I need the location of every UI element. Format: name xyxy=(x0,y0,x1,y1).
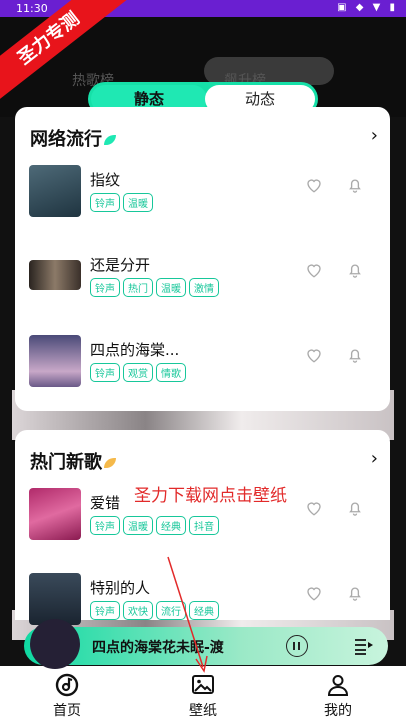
bell-icon[interactable] xyxy=(346,499,364,517)
tag[interactable]: 欢快 xyxy=(123,601,153,620)
song-item[interactable]: 指纹 铃声 温暖 xyxy=(15,165,390,225)
heart-icon[interactable] xyxy=(305,346,323,364)
album-cover[interactable] xyxy=(29,260,81,290)
heart-icon[interactable] xyxy=(305,499,323,517)
bell-icon[interactable] xyxy=(346,584,364,602)
chevron-right-icon[interactable]: › xyxy=(371,125,378,146)
bell-icon[interactable] xyxy=(346,346,364,364)
tag[interactable]: 经典 xyxy=(156,516,186,535)
song-tags: 铃声 温暖 经典 抖音 xyxy=(90,516,219,535)
card-header[interactable]: 网络流行 xyxy=(30,125,116,151)
music-disc-icon xyxy=(55,673,79,697)
user-icon xyxy=(327,675,349,696)
tag[interactable]: 铃声 xyxy=(90,516,120,535)
network-popular-card: 网络流行 › 指纹 铃声 温暖 还是分开 铃声 热门 温暖 激情 四点的海棠..… xyxy=(15,107,390,411)
album-cover[interactable] xyxy=(29,165,81,217)
playlist-icon[interactable] xyxy=(354,636,374,656)
chevron-right-icon[interactable]: › xyxy=(371,448,378,469)
annotation-arrow xyxy=(167,556,208,673)
song-tags: 铃声 热门 温暖 激情 xyxy=(90,278,219,297)
tag[interactable]: 温暖 xyxy=(123,516,153,535)
tag[interactable]: 激情 xyxy=(189,278,219,297)
song-tags: 铃声 观赏 情歌 xyxy=(90,363,186,382)
tab-profile[interactable]: 我的 xyxy=(298,672,378,720)
song-title: 还是分开 xyxy=(90,256,151,274)
tag[interactable]: 观赏 xyxy=(123,363,153,382)
tag[interactable]: 温暖 xyxy=(123,193,153,212)
album-cover[interactable] xyxy=(29,488,81,540)
album-cover[interactable] xyxy=(29,335,81,387)
tab-wallpaper[interactable]: 壁纸 xyxy=(163,672,243,720)
tag[interactable]: 铃声 xyxy=(90,193,120,212)
song-title: 特别的人 xyxy=(90,579,151,597)
card-title: 网络流行 xyxy=(30,129,102,150)
tab-label: 我的 xyxy=(324,703,352,719)
now-playing-disc[interactable] xyxy=(30,619,80,669)
tag[interactable]: 情歌 xyxy=(156,363,186,382)
song-title: 指纹 xyxy=(90,171,121,189)
leaf-icon xyxy=(104,458,116,468)
heart-icon[interactable] xyxy=(305,261,323,279)
status-time: 11:30 xyxy=(16,2,48,15)
heart-icon[interactable] xyxy=(305,176,323,194)
tab-label: 首页 xyxy=(53,703,81,719)
tag[interactable]: 温暖 xyxy=(156,278,186,297)
bell-icon[interactable] xyxy=(346,261,364,279)
album-cover[interactable] xyxy=(29,573,81,625)
status-icons: ▣ ◆ ▼ ▮ xyxy=(337,2,398,13)
promo-annotation: 圣力下载网点击壁纸 xyxy=(134,486,287,506)
tag[interactable]: 铃声 xyxy=(90,278,120,297)
tag[interactable]: 抖音 xyxy=(189,516,219,535)
song-tags: 铃声 温暖 xyxy=(90,193,153,212)
bell-icon[interactable] xyxy=(346,176,364,194)
tab-label: 壁纸 xyxy=(189,703,217,719)
card-header[interactable]: 热门新歌 xyxy=(30,448,116,474)
tag[interactable]: 铃声 xyxy=(90,363,120,382)
song-item[interactable]: 还是分开 铃声 热门 温暖 激情 xyxy=(15,250,390,310)
tag[interactable]: 铃声 xyxy=(90,601,120,620)
image-icon xyxy=(192,675,214,694)
song-item[interactable]: 四点的海棠... 铃声 观赏 情歌 xyxy=(15,335,390,395)
leaf-icon xyxy=(104,135,116,145)
song-title: 四点的海棠... xyxy=(90,341,180,359)
heart-icon[interactable] xyxy=(305,584,323,602)
tab-home[interactable]: 首页 xyxy=(27,672,107,720)
card-title: 热门新歌 xyxy=(30,452,102,473)
song-title: 爱错 xyxy=(90,494,121,512)
pause-button[interactable] xyxy=(286,635,308,657)
tag[interactable]: 热门 xyxy=(123,278,153,297)
